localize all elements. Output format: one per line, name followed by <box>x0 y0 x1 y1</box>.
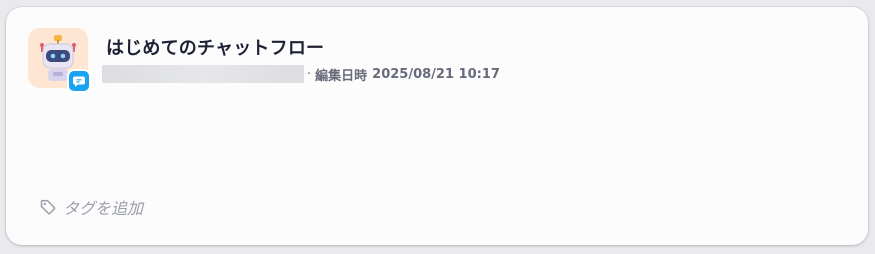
app-card[interactable]: はじめてのチャットフロー · 編集日時 2025/08/21 10:17 タグを… <box>6 7 868 245</box>
tag-icon <box>40 199 56 215</box>
redacted-author <box>102 65 304 83</box>
app-meta: · 編集日時 2025/08/21 10:17 <box>102 65 500 84</box>
edited-date: 2025/08/21 10:17 <box>372 66 500 82</box>
add-tag-label: タグを追加 <box>63 199 144 218</box>
chat-bubble-icon <box>73 76 85 87</box>
edited-label: 編集日時 <box>315 68 368 84</box>
chatflow-badge <box>67 69 91 93</box>
add-tag-button[interactable]: タグを追加 <box>39 195 143 219</box>
meta-separator: · <box>307 66 312 82</box>
app-title[interactable]: はじめてのチャットフロー <box>106 34 324 60</box>
